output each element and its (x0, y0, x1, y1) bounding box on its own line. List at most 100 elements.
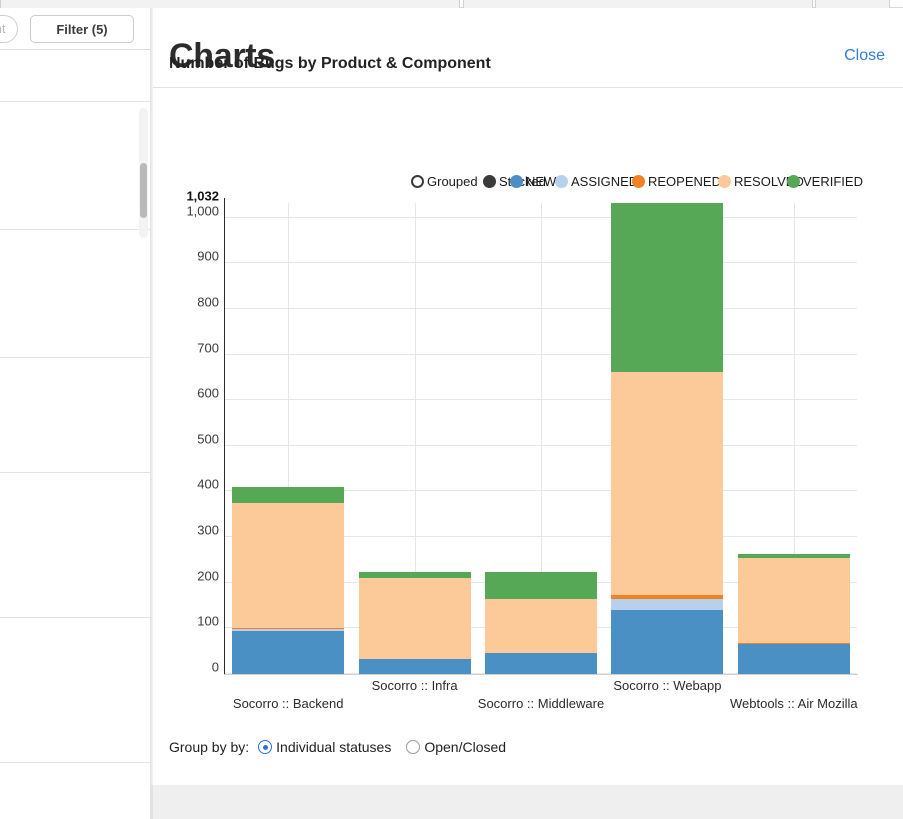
group-by-option-individual[interactable]: Individual statuses (258, 739, 391, 755)
bar-segment-new[interactable] (359, 658, 471, 674)
bar-segment-assigned[interactable] (611, 599, 723, 610)
x-axis-tick-label: Webtools :: Air Mozilla (729, 696, 858, 711)
x-axis-tick-label: Socorro :: Webapp (613, 678, 722, 693)
plot-area: 0 100 200 300 400 500 600 700 800 900 1,000 1,032 (186, 189, 857, 675)
series-color-swatch-icon (555, 175, 568, 188)
legend-series-label: ASSIGNED (571, 174, 639, 189)
y-axis-tick-label: 300 (197, 522, 219, 538)
list-item[interactable] (0, 50, 150, 102)
radio-unselected-icon (406, 740, 421, 754)
y-axis-tick-label: 700 (197, 340, 219, 356)
bar-0[interactable] (232, 486, 344, 674)
browser-tab-1[interactable] (0, 0, 460, 8)
list-item-title: l cache for (0, 124, 150, 143)
legend-series-label: NEW (526, 174, 557, 189)
bar-3[interactable] (611, 203, 723, 674)
bar-segment-new[interactable] (738, 644, 850, 674)
legend-layout-label: Grouped (427, 174, 478, 189)
list-item-subtitle: bug 981021. (0, 162, 150, 179)
list-item-title: nging (0, 801, 150, 819)
bar-segment-verified[interactable] (359, 571, 471, 578)
y-axis-tick-label: 900 (197, 248, 219, 264)
legend-series-reopened[interactable]: REOPENED (632, 174, 721, 189)
bar-segment-resolved[interactable] (738, 557, 850, 643)
y-axis-tick-label: 500 (197, 431, 219, 447)
list-item[interactable]: rocessor to f Bug 972857 & (0, 473, 150, 618)
series-color-swatch-icon (632, 175, 645, 188)
bar-segment-resolved[interactable] (485, 599, 597, 653)
group-by-option-label: Open/Closed (424, 739, 507, 755)
list-item[interactable]: duces way o/pull/1937 (0, 358, 150, 473)
legend-series-assigned[interactable]: ASSIGNED (555, 174, 638, 189)
list-item[interactable]: nging github.com (0, 763, 150, 819)
list-item-subtitle: /github.com (0, 286, 150, 303)
charts-panel-header: Charts Close (153, 8, 903, 88)
legend-layout-grouped[interactable]: Grouped (411, 174, 478, 189)
y-axis-tick-label: 400 (197, 476, 219, 492)
x-axis-tick-label: Socorro :: Middleware (477, 696, 605, 711)
y-axis-tick-label: 200 (197, 568, 219, 584)
list-item[interactable]: shStore e class the defaults for its (0, 618, 150, 763)
bar-segment-new[interactable] (232, 630, 344, 674)
browser-tab-2[interactable] (463, 0, 813, 8)
radio-selected-icon (258, 740, 273, 754)
legend-series-label: REOPENED (648, 174, 721, 189)
chart-legend: Grouped Stacked NEW ASSIGNED REOPENED (153, 174, 903, 194)
list-item[interactable]: l cache for bug 981021. (0, 102, 150, 230)
x-axis-tick-label: Socorro :: Infra (371, 678, 458, 693)
bar-segment-verified[interactable] (232, 486, 344, 503)
y-axis-tick-label: 800 (197, 294, 219, 310)
x-axis-line (224, 674, 858, 675)
list-item-title-line2: e class (0, 685, 150, 704)
bar-4[interactable] (738, 553, 850, 674)
bar-segment-assigned[interactable] (738, 643, 850, 645)
x-axis-tick-label: Socorro :: Backend (232, 696, 344, 711)
bar-segment-verified[interactable] (738, 553, 850, 558)
list-item-subtitle: f Bug 972857 & (0, 545, 150, 562)
list-item-title: rocessor to (0, 507, 150, 526)
list-item-subtitle: the defaults for its (0, 704, 150, 721)
legend-series-verified[interactable]: VERIFIED (787, 174, 863, 189)
chart-title: Number of Bugs by Product & Component (169, 55, 491, 72)
group-by-control: Group by by: Individual statuses Open/Cl… (169, 739, 516, 755)
legend-series-new[interactable]: NEW (510, 174, 556, 189)
y-axis-tick-label: 100 (197, 613, 219, 629)
bar-segment-verified[interactable] (485, 571, 597, 600)
footer-edge (150, 785, 153, 819)
bar-1[interactable] (359, 571, 471, 674)
screen-root: e] from comment Filter (5) l cache for b… (0, 0, 903, 819)
bar-segment-resolved[interactable] (611, 371, 723, 596)
radio-selected-icon (483, 175, 496, 188)
y-axis-max-label: 1,032 (186, 188, 219, 204)
browser-chrome-strip (0, 0, 903, 8)
bar-segment-new[interactable] (485, 652, 597, 674)
charts-panel: Charts Close Number of Bugs by Product &… (153, 8, 903, 785)
list-item-title: shStore (0, 666, 150, 685)
bar-segment-verified[interactable] (611, 203, 723, 372)
group-by-option-openclosed[interactable]: Open/Closed (406, 739, 506, 755)
close-button[interactable]: Close (844, 47, 885, 65)
series-color-swatch-icon (510, 175, 523, 188)
footer-area (150, 785, 903, 819)
bar-segment-assigned[interactable] (232, 628, 344, 631)
bar-segment-reopened[interactable] (611, 595, 723, 600)
sidebar-scrollbar-thumb[interactable] (140, 163, 147, 218)
bar-segment-resolved[interactable] (232, 502, 344, 629)
y-axis-tick-label: 0 (211, 659, 219, 675)
sidebar-toolbar: e] from comment Filter (5) (0, 8, 150, 50)
bug-list: l cache for bug 981021. AKA tcbs is wron… (0, 50, 150, 819)
bar-segment-new[interactable] (611, 609, 723, 674)
group-by-label: Group by by: (169, 739, 250, 755)
bar-2[interactable] (485, 571, 597, 674)
y-axis-tick-label: 1,000 (186, 203, 219, 219)
list-item[interactable]: AKA tcbs is wrong /github.com (0, 230, 150, 358)
group-by-option-label: Individual statuses (276, 739, 392, 755)
filter-button[interactable]: Filter (5) (30, 15, 134, 43)
bug-list-sidebar: e] from comment Filter (5) l cache for b… (0, 8, 150, 819)
legend-series-label: VERIFIED (803, 174, 863, 189)
chart-container: Grouped Stacked NEW ASSIGNED REOPENED (153, 88, 903, 793)
bar-segment-resolved[interactable] (359, 577, 471, 659)
list-item-subtitle: o/pull/1937 (0, 419, 150, 436)
series-color-swatch-icon (718, 175, 731, 188)
browser-tab-3[interactable] (815, 0, 890, 8)
